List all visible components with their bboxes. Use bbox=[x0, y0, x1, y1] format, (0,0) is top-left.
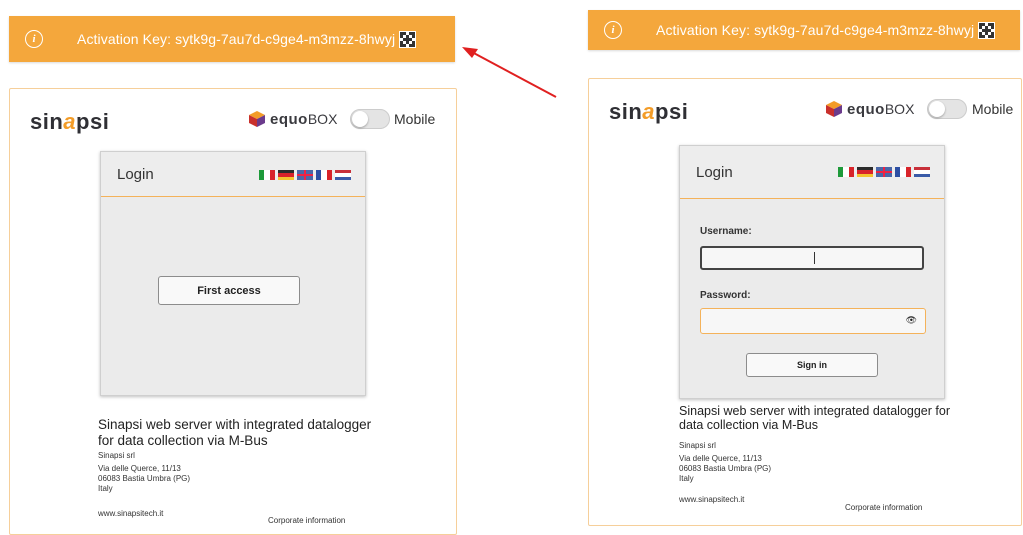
street: Via delle Querce, 11/13 bbox=[679, 454, 762, 463]
country: Italy bbox=[679, 474, 694, 483]
eye-icon[interactable]: 👁 bbox=[906, 315, 917, 326]
qr-code-icon[interactable] bbox=[978, 21, 996, 39]
username-input[interactable] bbox=[700, 246, 924, 270]
activation-key-text: Activation Key: sytk9g-7au7d-c9ge4-m3mzz… bbox=[656, 22, 975, 38]
mobile-label: Mobile bbox=[972, 101, 1014, 117]
password-label: Password: bbox=[700, 290, 751, 301]
login-box: Login Username: Password: 👁 Sign in bbox=[679, 145, 945, 399]
address-block: Sinapsi srl Via delle Querce, 11/13 0608… bbox=[679, 441, 771, 484]
username-label: Username: bbox=[700, 226, 752, 237]
company-name: Sinapsi srl bbox=[679, 441, 716, 450]
activation-bar-right: i Activation Key: sytk9g-7au7d-c9ge4-m3m… bbox=[588, 10, 1020, 50]
flag-germany-icon[interactable] bbox=[857, 167, 873, 177]
mobile-toggle[interactable] bbox=[927, 99, 967, 119]
equobox-logo: equo BOX bbox=[825, 100, 914, 118]
flag-italy-icon[interactable] bbox=[838, 167, 854, 177]
website-link[interactable]: www.sinapsitech.it bbox=[679, 495, 744, 504]
flag-france-icon[interactable] bbox=[895, 167, 911, 177]
main-panel-right: sinapsi equo BOX Mobile Login Username: P… bbox=[588, 78, 1022, 526]
login-title: Login bbox=[696, 164, 733, 181]
city: 06083 Bastia Umbra (PG) bbox=[679, 464, 772, 473]
cube-icon bbox=[825, 100, 843, 118]
sinapsi-logo: sinapsi bbox=[609, 99, 689, 124]
description-text: Sinapsi web server with integrated datal… bbox=[679, 404, 950, 432]
language-flags bbox=[838, 167, 930, 177]
flag-uk-icon[interactable] bbox=[876, 167, 892, 177]
login-header: Login bbox=[680, 146, 944, 199]
flag-netherlands-icon[interactable] bbox=[914, 167, 930, 177]
info-icon[interactable]: i bbox=[604, 21, 622, 39]
text-caret bbox=[814, 252, 815, 264]
password-input[interactable]: 👁 bbox=[700, 308, 926, 334]
sign-in-button[interactable]: Sign in bbox=[746, 353, 878, 377]
corporate-info-link[interactable]: Corporate information bbox=[845, 503, 922, 512]
